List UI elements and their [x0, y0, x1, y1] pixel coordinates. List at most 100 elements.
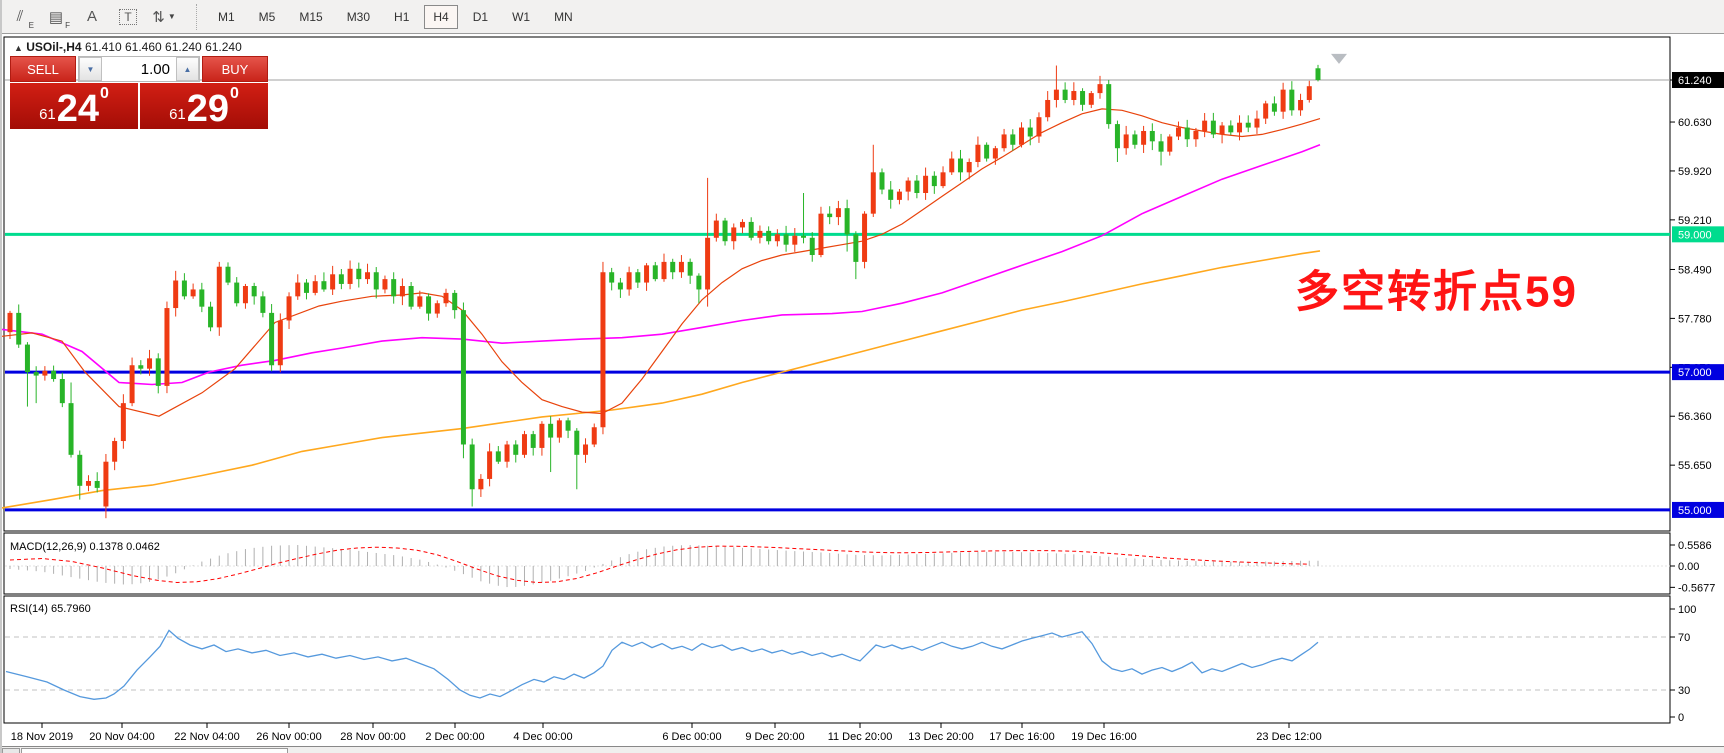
- candle-body: [792, 236, 797, 245]
- candle-body: [391, 279, 396, 296]
- candle-body: [1098, 84, 1103, 93]
- one-click-trade-panel: SELL ▼ 1.00 ▲ BUY 61 24 0 61 29 0: [10, 56, 268, 129]
- text-label-icon[interactable]: A: [77, 5, 107, 29]
- candle-body: [1045, 100, 1050, 117]
- price-axis-label: 57.780: [1678, 313, 1712, 325]
- annotation-text: 多空转折点59: [1295, 268, 1578, 317]
- collapse-chart-icon[interactable]: ▲: [14, 43, 23, 53]
- trading-platform-window: ⫽E ▤F A T ⇅▼ M1 M5 M15 M30 H1 H4 D1 W1 M…: [0, 0, 1724, 753]
- candle-body: [243, 286, 248, 303]
- timeframe-d1-button[interactable]: D1: [464, 5, 497, 29]
- price-axis-label: 59.210: [1678, 215, 1712, 227]
- candle-body: [539, 424, 544, 448]
- bottom-tab-stub[interactable]: [2, 748, 20, 753]
- text-box-icon[interactable]: T: [113, 5, 143, 29]
- buy-price-panel[interactable]: 61 29 0: [140, 83, 268, 129]
- sell-price-panel[interactable]: 61 24 0: [10, 83, 138, 129]
- candle-body: [164, 308, 169, 386]
- macd-axis-label: 0.5586: [1678, 540, 1712, 552]
- candle-body: [295, 283, 300, 297]
- candle-body: [374, 272, 379, 289]
- candle-body: [182, 280, 187, 296]
- candle-body: [470, 444, 475, 489]
- candle-body: [993, 148, 998, 158]
- candle-body: [1054, 90, 1059, 100]
- candle-body: [103, 462, 108, 507]
- time-axis-label: 22 Nov 04:00: [174, 731, 239, 743]
- candle-body: [1010, 134, 1015, 144]
- time-axis-label: 18 Nov 2019: [11, 731, 73, 743]
- volume-stepper: ▼ 1.00 ▲: [78, 56, 200, 82]
- candle-body: [600, 272, 605, 427]
- candle-body: [845, 208, 850, 234]
- candle-body: [234, 283, 239, 304]
- candle-body: [1159, 141, 1164, 151]
- volume-decrease-button[interactable]: ▼: [79, 57, 102, 81]
- candle-body: [121, 403, 126, 441]
- candle-body: [932, 176, 937, 186]
- timeframe-w1-button[interactable]: W1: [503, 5, 539, 29]
- candle-body: [147, 358, 152, 368]
- candle-body: [662, 262, 667, 279]
- candle-body: [1281, 90, 1286, 112]
- price-badge: 57.000: [1678, 367, 1712, 379]
- timeframe-m30-button[interactable]: M30: [338, 5, 379, 29]
- bottom-panel-header-stub[interactable]: [21, 748, 288, 753]
- candle-body: [112, 441, 117, 462]
- timeframe-m1-button[interactable]: M1: [209, 5, 244, 29]
- candle-body: [478, 479, 483, 489]
- price-badge: 61.240: [1678, 75, 1712, 87]
- candle-body: [696, 276, 701, 290]
- candle-body: [60, 379, 65, 403]
- time-axis-label: 4 Dec 00:00: [513, 731, 572, 743]
- candle-body: [487, 451, 492, 479]
- buy-button[interactable]: BUY: [202, 56, 268, 82]
- timeframe-mn-button[interactable]: MN: [545, 5, 582, 29]
- volume-input[interactable]: 1.00: [102, 57, 176, 81]
- candle-body: [574, 431, 579, 455]
- timeframe-m15-button[interactable]: M15: [290, 5, 331, 29]
- candle-body: [86, 481, 91, 486]
- candle-body: [705, 238, 710, 290]
- chart-canvas[interactable]: 多空转折点59MACD(12,26,9) 0.1378 0.0462RSI(14…: [2, 33, 1724, 746]
- candle-body: [409, 286, 414, 307]
- candle-body: [8, 313, 13, 332]
- candle-body: [592, 427, 597, 444]
- candle-body: [1228, 125, 1233, 132]
- price-axis-label: 59.920: [1678, 166, 1712, 178]
- time-axis-label: 17 Dec 16:00: [989, 731, 1054, 743]
- candle-body: [278, 320, 283, 365]
- buy-price-sup: 0: [230, 85, 239, 103]
- equidistant-channel-icon[interactable]: ⫽E: [5, 5, 35, 29]
- ohlc-values: 61.410 61.460 61.240 61.240: [85, 40, 242, 54]
- volume-increase-button[interactable]: ▲: [176, 57, 199, 81]
- candle-body: [688, 262, 693, 276]
- timeframe-m5-button[interactable]: M5: [250, 5, 285, 29]
- macd-axis-label: 0.00: [1678, 561, 1699, 573]
- time-axis-label: 13 Dec 20:00: [908, 731, 973, 743]
- bottom-panel-edge: [2, 746, 1724, 753]
- candle-body: [888, 190, 893, 200]
- candle-body: [566, 420, 571, 430]
- sell-price-prefix: 61: [39, 106, 56, 123]
- candle-body: [452, 293, 457, 310]
- candle-body: [784, 234, 789, 244]
- candle-body: [1028, 128, 1033, 137]
- candle-body: [749, 222, 754, 238]
- candle-body: [1298, 100, 1303, 110]
- candle-body: [208, 307, 213, 328]
- candle-body: [1185, 128, 1190, 140]
- rsi-axis-label: 30: [1678, 685, 1690, 697]
- arrow-objects-icon[interactable]: ⇅▼: [149, 5, 179, 29]
- candle-body: [382, 279, 387, 289]
- time-axis-label: 26 Nov 00:00: [256, 731, 321, 743]
- candle-body: [513, 444, 518, 454]
- candle-body: [252, 286, 257, 296]
- sell-button[interactable]: SELL: [10, 56, 76, 82]
- fibonacci-retracement-icon[interactable]: ▤F: [41, 5, 71, 29]
- candle-body: [461, 310, 466, 444]
- candle-body: [1150, 131, 1155, 141]
- candle-body: [156, 358, 161, 386]
- timeframe-h4-button[interactable]: H4: [424, 5, 457, 29]
- timeframe-h1-button[interactable]: H1: [385, 5, 418, 29]
